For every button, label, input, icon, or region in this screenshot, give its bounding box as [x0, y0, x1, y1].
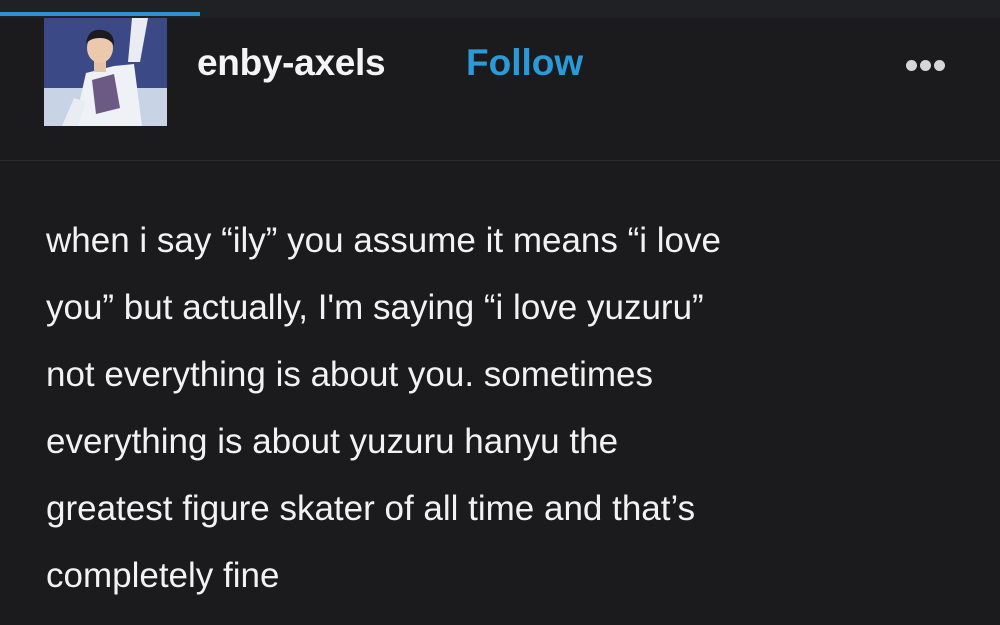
post-line: everything is about yuzuru hanyu the: [46, 422, 619, 461]
dot: [906, 60, 917, 71]
ellipsis-icon[interactable]: [906, 58, 960, 78]
blog-username[interactable]: enby-axels: [197, 42, 386, 84]
post-line: completely fine: [46, 556, 280, 595]
post-text: when i say “ily” you assume it means “i …: [46, 207, 946, 609]
post-line: greatest figure skater of all time and t…: [46, 489, 696, 528]
post-line: you” but actually, I'm saying “i love yu…: [46, 288, 704, 327]
dot: [920, 60, 931, 71]
scroll-progress-bar: [0, 12, 200, 16]
post-line: when i say “ily” you assume it means “i …: [46, 221, 721, 260]
dot: [934, 60, 945, 71]
follow-button[interactable]: Follow: [466, 42, 583, 84]
post-line: not everything is about you. sometimes: [46, 355, 653, 394]
post-header: enby-axels Follow: [0, 18, 1000, 161]
skater-avatar-icon[interactable]: [44, 18, 167, 126]
